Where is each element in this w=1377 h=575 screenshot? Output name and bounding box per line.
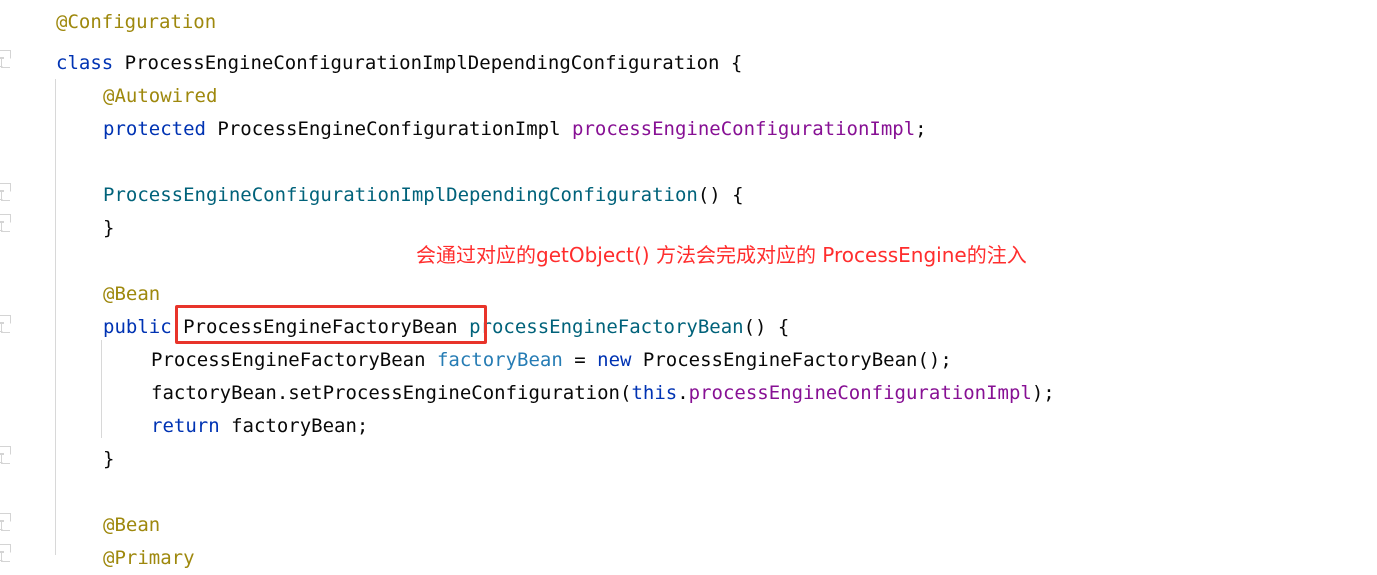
code-token-plain: ProcessEngineFactoryBean();	[642, 349, 952, 371]
line-field-declaration[interactable]: protected ProcessEngineConfigurationImpl…	[103, 113, 927, 146]
code-token-plain: () {	[697, 184, 744, 206]
code-token-plain: ProcessEngineConfigurationImpl	[217, 118, 572, 140]
code-token-kw: protected	[103, 118, 218, 140]
annotation-text-chinese-note: 会通过对应的getObject() 方法会完成对应的 ProcessEngine…	[416, 243, 1027, 267]
line-autowired-annotation[interactable]: @Autowired	[103, 80, 217, 113]
code-token-plain: ;	[915, 118, 927, 140]
line-new-factorybean[interactable]: ProcessEngineFactoryBean factoryBean = n…	[151, 344, 952, 377]
code-editor-viewport[interactable]: @Configuration class ProcessEngineConfigu…	[0, 0, 1377, 569]
code-token-ann: @Configuration	[56, 11, 217, 33]
source-code-block[interactable]: @Configuration class ProcessEngineConfigu…	[0, 0, 1377, 569]
line-bean-annotation-1[interactable]: @Bean	[103, 278, 160, 311]
code-token-plain: .	[677, 382, 689, 404]
code-token-plain: }	[103, 448, 115, 470]
code-token-field: processEngineConfigurationImpl	[572, 118, 916, 140]
line-configuration-annotation[interactable]: @Configuration	[56, 6, 216, 39]
code-token-plain: ProcessEngineFactoryBean	[151, 349, 437, 371]
line-set-process-engine-configuration[interactable]: factoryBean.setProcessEngineConfiguratio…	[151, 377, 1055, 410]
line-primary-annotation[interactable]: @Primary	[103, 542, 195, 575]
code-token-method: ProcessEngineConfigurationImplDependingC…	[103, 184, 698, 206]
code-token-kw: new	[597, 349, 643, 371]
code-token-kw: public	[103, 316, 184, 338]
line-bean-annotation-2[interactable]: @Bean	[103, 509, 160, 542]
line-factorybean-method-signature[interactable]: public ProcessEngineFactoryBean processE…	[103, 311, 789, 344]
line-constructor-signature[interactable]: ProcessEngineConfigurationImplDependingC…	[103, 179, 744, 212]
code-token-plain: () {	[743, 316, 790, 338]
code-token-field: processEngineConfigurationImpl	[688, 382, 1032, 404]
code-token-ann: @Bean	[103, 514, 161, 536]
code-token-ann: @Bean	[103, 283, 161, 305]
code-token-plain: );	[1031, 382, 1055, 404]
code-token-plain: factoryBean.setProcessEngineConfiguratio…	[151, 382, 632, 404]
line-method-close[interactable]: }	[103, 443, 114, 476]
code-token-plain: ProcessEngineConfigurationImplDependingC…	[124, 52, 743, 74]
code-token-kw: this	[631, 382, 678, 404]
code-token-kw: class	[56, 52, 125, 74]
code-token-ann: @Autowired	[103, 85, 218, 107]
line-return-factorybean[interactable]: return factoryBean;	[151, 410, 368, 443]
code-token-method: processEngineFactoryBean	[469, 316, 744, 338]
line-constructor-close[interactable]: }	[103, 212, 114, 245]
code-token-plain: ProcessEngineFactoryBean	[183, 316, 470, 338]
code-token-ann: @Primary	[103, 547, 195, 569]
code-token-plain: }	[103, 217, 115, 239]
code-token-local: factoryBean	[436, 349, 563, 371]
code-token-plain: =	[562, 349, 598, 371]
code-token-plain: factoryBean;	[231, 415, 369, 437]
code-token-kw: return	[151, 415, 232, 437]
line-class-declaration[interactable]: class ProcessEngineConfigurationImplDepe…	[56, 47, 742, 80]
